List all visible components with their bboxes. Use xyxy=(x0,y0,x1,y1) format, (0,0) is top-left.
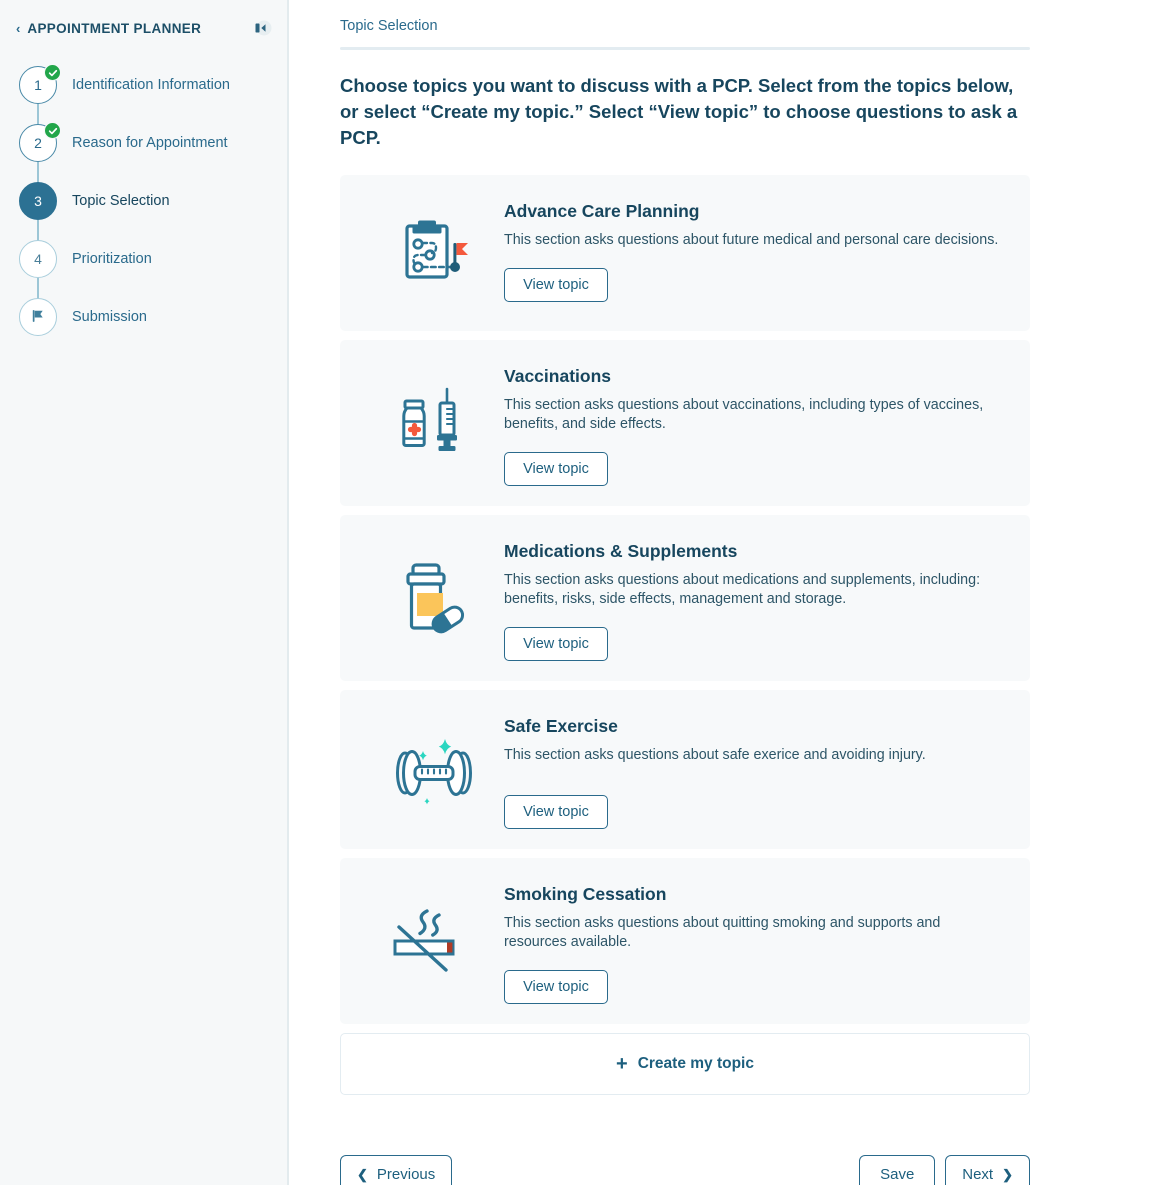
step-complete-check-icon xyxy=(44,122,61,139)
view-topic-button[interactable]: View topic xyxy=(504,970,608,1004)
topic-title: Smoking Cessation xyxy=(504,884,667,904)
step-complete-check-icon xyxy=(44,64,61,81)
step-number: 1 xyxy=(34,77,42,93)
topic-title: Vaccinations xyxy=(504,366,611,386)
create-my-topic-button[interactable]: + Create my topic xyxy=(340,1033,1030,1095)
pill-bottle-capsule-icon xyxy=(364,535,504,661)
topic-title: Advance Care Planning xyxy=(504,201,700,221)
sidebar-step-label: Reason for Appointment xyxy=(72,135,228,151)
next-button-label: Next xyxy=(962,1165,994,1183)
previous-button-label: Previous xyxy=(376,1165,436,1183)
chevron-left-icon: ❮ xyxy=(357,1166,368,1182)
topic-description: This section asks questions about safe e… xyxy=(504,747,926,763)
previous-button[interactable]: ❮ Previous xyxy=(340,1155,453,1185)
sidebar-step-identification-information[interactable]: 1 Identification Information xyxy=(0,56,287,142)
sidebar-step-label: Topic Selection xyxy=(72,193,170,209)
back-chevron-icon[interactable]: ‹ xyxy=(16,22,20,35)
step-circle: 3 xyxy=(19,182,57,220)
save-button[interactable]: Save xyxy=(859,1155,936,1185)
page-instructions: Choose topics you want to discuss with a… xyxy=(340,75,1018,148)
step-number: 2 xyxy=(34,135,42,151)
step-circle xyxy=(19,298,57,336)
topic-card-medications-supplements[interactable]: Medications & Supplements This section a… xyxy=(340,515,1030,681)
topic-card-body: Vaccinations This section asks questions… xyxy=(504,360,1008,486)
create-my-topic-label: Create my topic xyxy=(637,1055,754,1072)
topic-card-vaccinations[interactable]: Vaccinations This section asks questions… xyxy=(340,340,1030,506)
sidebar-step-submission[interactable]: Submission xyxy=(0,288,287,346)
sidebar-step-reason-for-appointment[interactable]: 2 Reason for Appointment xyxy=(0,114,287,200)
sidebar-header: ‹ APPOINTMENT PLANNER xyxy=(0,0,287,56)
step-indicator: 2 xyxy=(18,122,61,163)
step-number: 4 xyxy=(34,251,42,267)
step-indicator: 3 xyxy=(18,181,58,221)
topic-title: Safe Exercise xyxy=(504,716,618,736)
sidebar-step-label: Identification Information xyxy=(72,77,230,93)
sidebar-step-label: Prioritization xyxy=(72,251,152,267)
topic-card-advance-care-planning[interactable]: Advance Care Planning This section asks … xyxy=(340,175,1030,331)
topic-card-body: Smoking Cessation This section asks ques… xyxy=(504,878,1008,1004)
no-smoking-cigarette-icon xyxy=(364,878,504,1004)
chevron-right-icon: ❯ xyxy=(1002,1166,1013,1182)
clipboard-plan-flag-icon xyxy=(364,195,504,311)
header-divider xyxy=(340,47,1030,50)
navigation-right-group: Save Next ❯ xyxy=(859,1155,1030,1185)
navigation-bar: ❮ Previous Save Next ❯ xyxy=(340,1155,1030,1185)
topic-description: This section asks questions about medica… xyxy=(504,572,981,607)
view-topic-button[interactable]: View topic xyxy=(504,795,608,829)
submission-flag-icon xyxy=(29,307,47,328)
sidebar-title: APPOINTMENT PLANNER xyxy=(27,20,202,36)
save-button-label: Save xyxy=(880,1165,915,1183)
topic-card-safe-exercise[interactable]: Safe Exercise This section asks question… xyxy=(340,690,1030,849)
step-number: 3 xyxy=(34,193,42,209)
topic-card-body: Safe Exercise This section asks question… xyxy=(504,710,1008,829)
step-indicator: 4 xyxy=(18,239,58,279)
sidebar-collapse-icon[interactable] xyxy=(251,17,273,39)
view-topic-button[interactable]: View topic xyxy=(504,627,608,661)
dumbbell-sparkle-icon xyxy=(364,710,504,829)
appointment-planner-app: ‹ APPOINTMENT PLANNER 1 Identification I… xyxy=(0,0,1158,1185)
topic-title: Medications & Supplements xyxy=(504,541,738,561)
plus-icon: + xyxy=(616,1053,628,1075)
sidebar-step-label: Submission xyxy=(72,309,147,325)
topic-card-body: Medications & Supplements This section a… xyxy=(504,535,1008,661)
topic-card-smoking-cessation[interactable]: Smoking Cessation This section asks ques… xyxy=(340,858,1030,1024)
sidebar: ‹ APPOINTMENT PLANNER 1 Identification I… xyxy=(0,0,289,1185)
view-topic-button[interactable]: View topic xyxy=(504,452,608,486)
step-indicator: 1 xyxy=(18,64,61,105)
topic-description: This section asks questions about future… xyxy=(504,232,999,248)
topic-card-body: Advance Care Planning This section asks … xyxy=(504,195,1008,302)
step-circle: 4 xyxy=(19,240,57,278)
step-indicator xyxy=(18,297,58,337)
topic-description: This section asks questions about vaccin… xyxy=(504,397,984,432)
main-content: Topic Selection Choose topics you want t… xyxy=(289,0,1158,1185)
vaccine-vial-syringe-icon xyxy=(364,360,504,486)
sidebar-step-prioritization[interactable]: 4 Prioritization xyxy=(0,230,287,316)
view-topic-button[interactable]: View topic xyxy=(504,268,608,302)
breadcrumb: Topic Selection xyxy=(340,18,438,34)
next-button[interactable]: Next ❯ xyxy=(945,1155,1030,1185)
step-list: 1 Identification Information 2 Reason fo… xyxy=(0,56,287,346)
sidebar-step-topic-selection[interactable]: 3 Topic Selection xyxy=(0,172,287,258)
topic-description: This section asks questions about quitti… xyxy=(504,915,941,950)
